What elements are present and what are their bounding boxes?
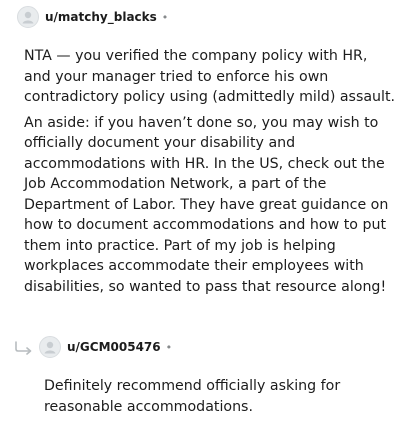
reply-arrow-icon (15, 341, 32, 355)
reply-header: u/GCM005476 • (39, 336, 172, 358)
comment-header: u/matchy_blacks • (17, 6, 168, 28)
separator-dot: • (165, 340, 173, 354)
comment-body: NTA — you verified the company policy wi… (24, 46, 396, 302)
comment-paragraph: NTA — you verified the company policy wi… (24, 48, 396, 105)
separator-dot: • (161, 10, 169, 24)
default-avatar-icon[interactable] (17, 6, 39, 28)
comment-username[interactable]: u/matchy_blacks (45, 10, 157, 24)
default-avatar-icon[interactable] (39, 336, 61, 358)
comment-paragraph: Definitely recommend officially asking f… (44, 378, 341, 415)
reply-body: Definitely recommend officially asking f… (44, 376, 364, 422)
comment-paragraph: An aside: if you haven’t done so, you ma… (24, 114, 389, 295)
reply-username[interactable]: u/GCM005476 (67, 340, 161, 354)
